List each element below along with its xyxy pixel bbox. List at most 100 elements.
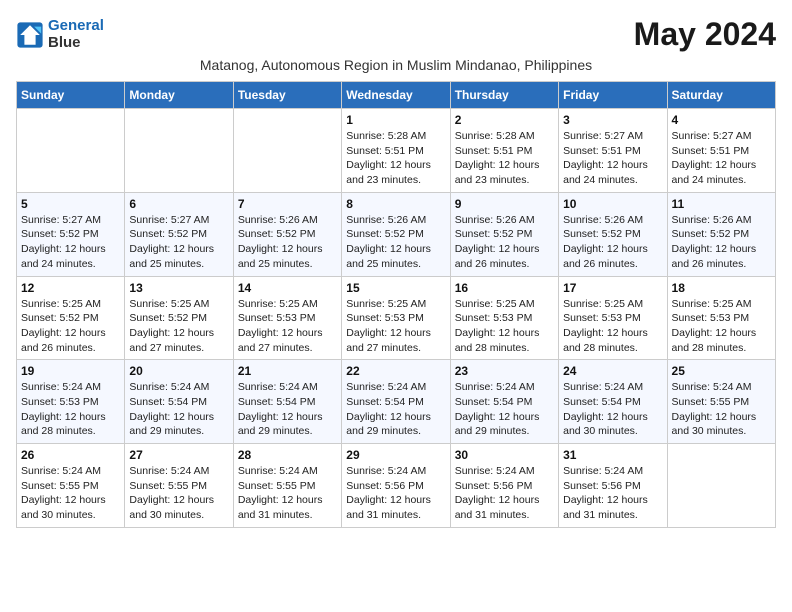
weekday-header: Saturday (667, 82, 775, 109)
calendar-cell: 21 Sunrise: 5:24 AM Sunset: 5:54 PM Dayli… (233, 360, 341, 444)
day-number: 18 (672, 281, 771, 295)
calendar-cell: 28 Sunrise: 5:24 AM Sunset: 5:55 PM Dayli… (233, 444, 341, 528)
day-info: Sunrise: 5:24 AM Sunset: 5:55 PM Dayligh… (238, 464, 337, 523)
weekday-header: Tuesday (233, 82, 341, 109)
calendar-cell (667, 444, 775, 528)
weekday-header-row: SundayMondayTuesdayWednesdayThursdayFrid… (17, 82, 776, 109)
calendar-cell: 25 Sunrise: 5:24 AM Sunset: 5:55 PM Dayli… (667, 360, 775, 444)
day-number: 25 (672, 364, 771, 378)
day-info: Sunrise: 5:25 AM Sunset: 5:52 PM Dayligh… (21, 297, 120, 356)
calendar-cell: 30 Sunrise: 5:24 AM Sunset: 5:56 PM Dayli… (450, 444, 558, 528)
logo-line1: General (48, 17, 104, 34)
day-info: Sunrise: 5:24 AM Sunset: 5:54 PM Dayligh… (238, 380, 337, 439)
calendar-cell: 4Sunrise: 5:27 AM Sunset: 5:51 PM Daylig… (667, 109, 775, 193)
weekday-header: Thursday (450, 82, 558, 109)
day-info: Sunrise: 5:25 AM Sunset: 5:53 PM Dayligh… (346, 297, 445, 356)
logo-icon (16, 21, 44, 49)
day-info: Sunrise: 5:25 AM Sunset: 5:53 PM Dayligh… (238, 297, 337, 356)
calendar-table: SundayMondayTuesdayWednesdayThursdayFrid… (16, 81, 776, 528)
day-info: Sunrise: 5:27 AM Sunset: 5:51 PM Dayligh… (672, 129, 771, 188)
day-info: Sunrise: 5:24 AM Sunset: 5:55 PM Dayligh… (129, 464, 228, 523)
calendar-cell: 27 Sunrise: 5:24 AM Sunset: 5:55 PM Dayli… (125, 444, 233, 528)
day-info: Sunrise: 5:25 AM Sunset: 5:52 PM Dayligh… (129, 297, 228, 356)
day-info: Sunrise: 5:26 AM Sunset: 5:52 PM Dayligh… (672, 213, 771, 272)
day-info: Sunrise: 5:24 AM Sunset: 5:56 PM Dayligh… (563, 464, 662, 523)
day-number: 17 (563, 281, 662, 295)
day-number: 29 (346, 448, 445, 462)
day-number: 12 (21, 281, 120, 295)
day-number: 1 (346, 113, 445, 127)
calendar-cell (17, 109, 125, 193)
weekday-header: Wednesday (342, 82, 450, 109)
day-info: Sunrise: 5:24 AM Sunset: 5:56 PM Dayligh… (346, 464, 445, 523)
calendar-cell: 1 Sunrise: 5:28 AM Sunset: 5:51 PM Daylig… (342, 109, 450, 193)
calendar-cell: 23 Sunrise: 5:24 AM Sunset: 5:54 PM Dayli… (450, 360, 558, 444)
day-info: Sunrise: 5:27 AM Sunset: 5:51 PM Dayligh… (563, 129, 662, 188)
calendar-cell: 16Sunrise: 5:25 AM Sunset: 5:53 PM Dayli… (450, 276, 558, 360)
day-info: Sunrise: 5:24 AM Sunset: 5:55 PM Dayligh… (672, 380, 771, 439)
day-number: 2 (455, 113, 554, 127)
calendar-cell: 6Sunrise: 5:27 AM Sunset: 5:52 PM Daylig… (125, 192, 233, 276)
day-info: Sunrise: 5:25 AM Sunset: 5:53 PM Dayligh… (672, 297, 771, 356)
calendar-week-row: 26 Sunrise: 5:24 AM Sunset: 5:55 PM Dayli… (17, 444, 776, 528)
calendar-cell: 20 Sunrise: 5:24 AM Sunset: 5:54 PM Dayli… (125, 360, 233, 444)
calendar-cell: 19Sunrise: 5:24 AM Sunset: 5:53 PM Dayli… (17, 360, 125, 444)
calendar-cell (125, 109, 233, 193)
calendar-cell: 13 Sunrise: 5:25 AM Sunset: 5:52 PM Dayli… (125, 276, 233, 360)
calendar-cell: 9Sunrise: 5:26 AM Sunset: 5:52 PM Daylig… (450, 192, 558, 276)
day-number: 11 (672, 197, 771, 211)
day-info: Sunrise: 5:24 AM Sunset: 5:54 PM Dayligh… (346, 380, 445, 439)
logo-text: General Blue (48, 18, 104, 51)
calendar-cell: 15 Sunrise: 5:25 AM Sunset: 5:53 PM Dayli… (342, 276, 450, 360)
day-info: Sunrise: 5:26 AM Sunset: 5:52 PM Dayligh… (346, 213, 445, 272)
day-number: 30 (455, 448, 554, 462)
day-info: Sunrise: 5:24 AM Sunset: 5:54 PM Dayligh… (129, 380, 228, 439)
page-subtitle: Matanog, Autonomous Region in Muslim Min… (16, 57, 776, 73)
day-info: Sunrise: 5:26 AM Sunset: 5:52 PM Dayligh… (455, 213, 554, 272)
day-number: 10 (563, 197, 662, 211)
calendar-cell: 26 Sunrise: 5:24 AM Sunset: 5:55 PM Dayli… (17, 444, 125, 528)
day-number: 28 (238, 448, 337, 462)
weekday-header: Sunday (17, 82, 125, 109)
calendar-cell: 22 Sunrise: 5:24 AM Sunset: 5:54 PM Dayli… (342, 360, 450, 444)
weekday-header: Friday (559, 82, 667, 109)
day-number: 5 (21, 197, 120, 211)
day-info: Sunrise: 5:28 AM Sunset: 5:51 PM Dayligh… (346, 129, 445, 188)
day-info: Sunrise: 5:26 AM Sunset: 5:52 PM Dayligh… (563, 213, 662, 272)
day-number: 24 (563, 364, 662, 378)
logo: General Blue (16, 18, 104, 51)
day-info: Sunrise: 5:24 AM Sunset: 5:55 PM Dayligh… (21, 464, 120, 523)
calendar-cell: 31Sunrise: 5:24 AM Sunset: 5:56 PM Dayli… (559, 444, 667, 528)
calendar-cell: 11 Sunrise: 5:26 AM Sunset: 5:52 PM Dayli… (667, 192, 775, 276)
calendar-cell: 18 Sunrise: 5:25 AM Sunset: 5:53 PM Dayli… (667, 276, 775, 360)
day-number: 14 (238, 281, 337, 295)
day-info: Sunrise: 5:25 AM Sunset: 5:53 PM Dayligh… (563, 297, 662, 356)
calendar-week-row: 5 Sunrise: 5:27 AM Sunset: 5:52 PM Daylig… (17, 192, 776, 276)
calendar-cell: 8Sunrise: 5:26 AM Sunset: 5:52 PM Daylig… (342, 192, 450, 276)
calendar-cell: 12 Sunrise: 5:25 AM Sunset: 5:52 PM Dayli… (17, 276, 125, 360)
calendar-cell: 17 Sunrise: 5:25 AM Sunset: 5:53 PM Dayli… (559, 276, 667, 360)
day-info: Sunrise: 5:24 AM Sunset: 5:56 PM Dayligh… (455, 464, 554, 523)
calendar-cell: 10 Sunrise: 5:26 AM Sunset: 5:52 PM Dayli… (559, 192, 667, 276)
day-number: 26 (21, 448, 120, 462)
day-number: 13 (129, 281, 228, 295)
weekday-header: Monday (125, 82, 233, 109)
logo-line2: Blue (48, 35, 104, 52)
calendar-week-row: 19Sunrise: 5:24 AM Sunset: 5:53 PM Dayli… (17, 360, 776, 444)
day-number: 22 (346, 364, 445, 378)
day-number: 3 (563, 113, 662, 127)
day-number: 21 (238, 364, 337, 378)
calendar-cell: 24Sunrise: 5:24 AM Sunset: 5:54 PM Dayli… (559, 360, 667, 444)
day-number: 20 (129, 364, 228, 378)
day-info: Sunrise: 5:27 AM Sunset: 5:52 PM Dayligh… (21, 213, 120, 272)
calendar-cell: 7Sunrise: 5:26 AM Sunset: 5:52 PM Daylig… (233, 192, 341, 276)
day-number: 7 (238, 197, 337, 211)
day-number: 15 (346, 281, 445, 295)
day-number: 27 (129, 448, 228, 462)
calendar-cell: 29 Sunrise: 5:24 AM Sunset: 5:56 PM Dayli… (342, 444, 450, 528)
day-number: 19 (21, 364, 120, 378)
day-number: 23 (455, 364, 554, 378)
day-info: Sunrise: 5:24 AM Sunset: 5:54 PM Dayligh… (455, 380, 554, 439)
day-number: 6 (129, 197, 228, 211)
calendar-cell: 2Sunrise: 5:28 AM Sunset: 5:51 PM Daylig… (450, 109, 558, 193)
